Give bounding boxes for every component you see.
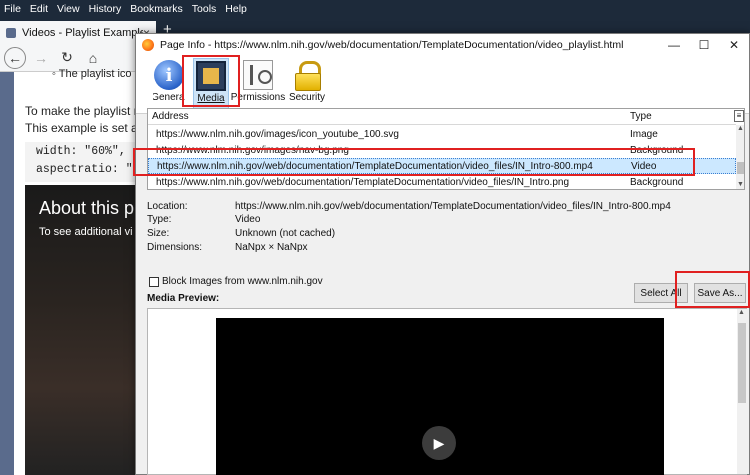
scroll-up-icon[interactable]: ▲ <box>737 125 744 132</box>
home-button[interactable]: ⌂ <box>82 47 104 69</box>
preview-scrollbar[interactable]: ▲ <box>737 309 747 474</box>
scroll-up-icon[interactable]: ▲ <box>738 309 745 316</box>
row-type: Background <box>630 176 684 188</box>
location-label: Location: <box>147 201 188 212</box>
tab-permissions-label: Permissions <box>230 92 286 103</box>
row-type: Image <box>630 128 658 140</box>
table-row[interactable]: https://www.nlm.nih.gov/images/nav-bg.pn… <box>148 142 736 158</box>
play-icon[interactable]: ▶ <box>422 426 456 460</box>
video-title: About this p <box>39 198 135 218</box>
row-type: Background <box>630 144 684 156</box>
tab-title: Videos - Playlist Example <box>22 26 143 39</box>
lock-icon <box>292 60 322 91</box>
info-icon: i <box>154 60 184 90</box>
media-icon <box>196 61 226 91</box>
page-info-dialog: Page Info - https://www.nlm.nih.gov/web/… <box>135 33 750 475</box>
tab-permissions[interactable]: Permissions <box>230 58 286 112</box>
back-button[interactable]: ← <box>4 46 26 69</box>
dialog-titlebar: Page Info - https://www.nlm.nih.gov/web/… <box>136 34 749 56</box>
menu-view[interactable]: View <box>57 3 80 15</box>
type-label: Type: <box>147 214 172 225</box>
scroll-thumb[interactable] <box>737 162 744 174</box>
scroll-down-icon[interactable]: ▼ <box>737 181 744 188</box>
preview-video[interactable]: ▶ <box>216 318 664 475</box>
row-type: Video <box>631 160 657 172</box>
save-as-button[interactable]: Save As... <box>694 283 746 303</box>
tab-media[interactable]: Media <box>193 58 229 112</box>
sidebar-strip <box>0 72 14 475</box>
menu-history[interactable]: History <box>89 3 122 15</box>
page-info-toolbar: i General Media Permissions Security <box>136 56 749 114</box>
menu-edit[interactable]: Edit <box>30 3 48 15</box>
select-all-button[interactable]: Select All <box>634 283 688 303</box>
dimensions-value: NaNpx × NaNpx <box>235 242 308 253</box>
table-scrollbar[interactable]: ▲ ▼ <box>736 125 744 189</box>
reload-button[interactable]: ↻ <box>56 47 78 69</box>
menu-file[interactable]: File <box>4 3 21 15</box>
bullet-text: ◦ The playlist ico <box>52 68 132 80</box>
tab-security[interactable]: Security <box>289 58 325 112</box>
block-images-label: Block Images from www.nlm.nih.gov <box>162 276 323 287</box>
table-header: Address Type ≡ <box>148 109 744 125</box>
tab-general-label: General <box>153 92 185 103</box>
firefox-icon <box>142 39 154 51</box>
video-subtitle: To see additional vi <box>39 226 133 238</box>
page-text-line-1: To make the playlist re <box>25 104 145 118</box>
browser-tab[interactable]: Videos - Playlist Example × <box>0 21 156 44</box>
code-line-1: width: "60%", <box>36 145 126 158</box>
dialog-title: Page Info - https://www.nlm.nih.gov/web/… <box>160 39 624 51</box>
scroll-thumb[interactable] <box>738 323 746 403</box>
menu-bar: File Edit View History Bookmarks Tools H… <box>0 0 750 17</box>
media-table: Address Type ≡ https://www.nlm.nih.gov/i… <box>147 108 745 190</box>
block-images-checkbox[interactable]: Block Images from www.nlm.nih.gov <box>149 276 323 287</box>
tab-security-label: Security <box>288 92 326 103</box>
code-line-2: aspectratio: "1 <box>36 163 140 176</box>
page-text-line-2: This example is set at ( <box>25 121 149 135</box>
table-row[interactable]: https://www.nlm.nih.gov/images/icon_yout… <box>148 126 736 142</box>
checkbox-box[interactable] <box>149 276 159 287</box>
table-row-selected[interactable]: https://www.nlm.nih.gov/web/documentatio… <box>148 158 736 174</box>
col-address[interactable]: Address <box>152 111 189 122</box>
column-picker-icon[interactable]: ≡ <box>734 110 744 122</box>
location-value: https://www.nlm.nih.gov/web/documentatio… <box>235 201 671 212</box>
col-type[interactable]: Type <box>630 111 652 122</box>
minimize-button[interactable]: — <box>659 38 689 52</box>
size-label: Size: <box>147 228 170 239</box>
dimensions-label: Dimensions: <box>147 242 203 253</box>
row-address: https://www.nlm.nih.gov/images/icon_yout… <box>156 128 399 140</box>
favicon-icon <box>6 27 16 38</box>
maximize-button[interactable]: ☐ <box>689 38 719 52</box>
row-address: https://www.nlm.nih.gov/web/documentatio… <box>156 176 570 188</box>
size-value: Unknown (not cached) <box>235 228 336 239</box>
forward-button[interactable]: → <box>30 47 52 69</box>
table-row[interactable]: https://www.nlm.nih.gov/web/documentatio… <box>148 174 736 189</box>
row-address: https://www.nlm.nih.gov/images/nav-bg.pn… <box>156 144 349 156</box>
tab-general[interactable]: i General <box>153 58 185 112</box>
close-button[interactable]: ✕ <box>719 38 749 52</box>
row-address: https://www.nlm.nih.gov/web/documentatio… <box>157 160 593 172</box>
media-preview: ▶ ▲ <box>147 308 747 475</box>
media-preview-label: Media Preview: <box>147 293 220 304</box>
permissions-icon <box>243 60 273 90</box>
type-value: Video <box>235 214 261 225</box>
menu-bookmarks[interactable]: Bookmarks <box>130 3 183 15</box>
menu-help[interactable]: Help <box>225 3 247 15</box>
menu-tools[interactable]: Tools <box>192 3 217 15</box>
tab-media-label: Media <box>197 93 225 104</box>
